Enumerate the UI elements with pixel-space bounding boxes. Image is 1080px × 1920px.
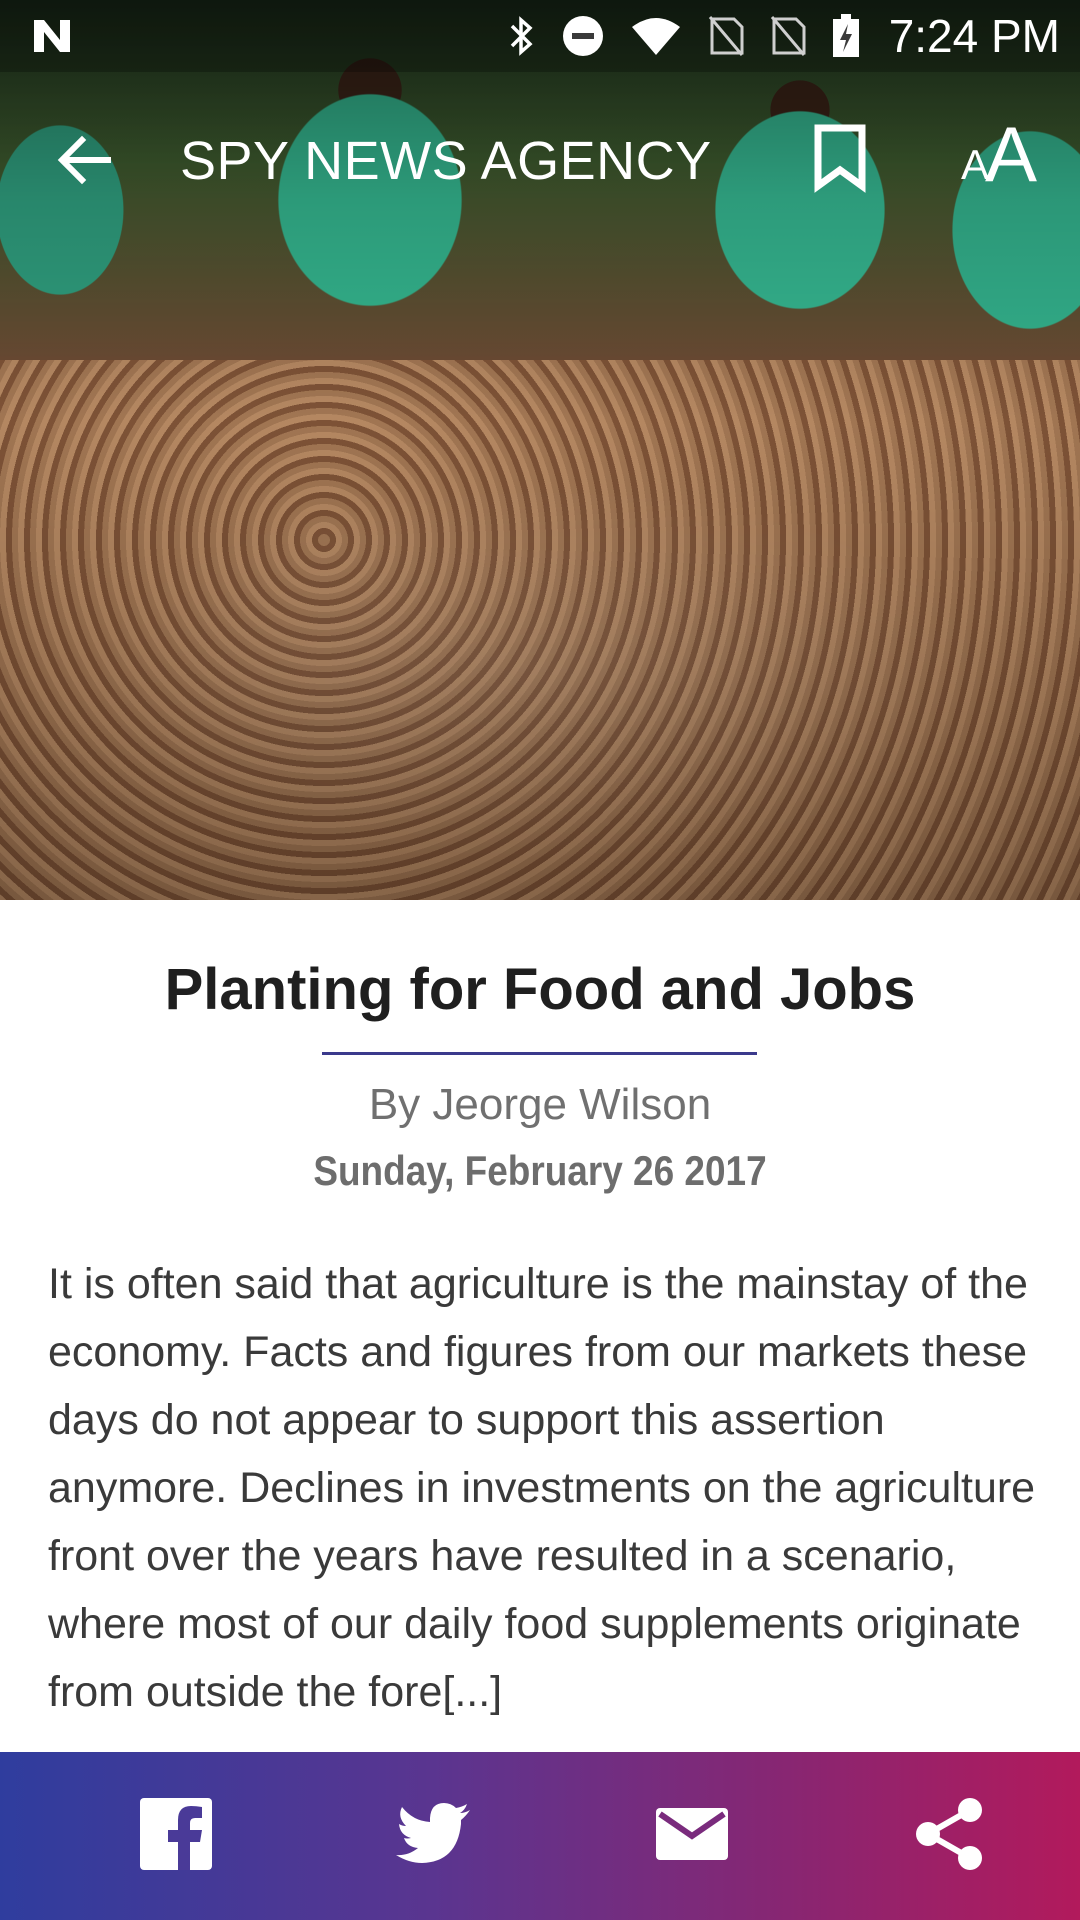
article-date: Sunday, February 26 2017	[313, 1147, 767, 1194]
battery-charging-icon	[833, 14, 859, 57]
share-icon[interactable]	[910, 1794, 990, 1874]
share-bar	[0, 1752, 1080, 1920]
no-sim-icon	[708, 16, 744, 56]
arrow-back-icon[interactable]	[48, 124, 120, 196]
bookmark-icon[interactable]	[810, 122, 870, 194]
app-title: SPY NEWS AGENCY	[180, 131, 712, 191]
article-byline: By Jeorge Wilson	[368, 1080, 712, 1129]
facebook-icon[interactable]	[136, 1794, 216, 1874]
do-not-disturb-icon	[563, 16, 603, 56]
status-bar: 7:24 PM	[0, 0, 1080, 72]
no-sim-icon	[770, 16, 806, 56]
article-headline: Planting for Food and Jobs	[164, 957, 916, 1022]
status-icons	[508, 14, 860, 58]
bluetooth-icon	[510, 16, 533, 56]
font-size-button[interactable]: A A	[955, 110, 1055, 198]
wifi-icon	[632, 18, 680, 55]
twitter-icon[interactable]	[394, 1794, 474, 1874]
font-size-large-label: A	[985, 110, 1038, 198]
article-body: It is often said that agriculture is the…	[48, 1260, 1036, 1716]
status-time: 7:24 PM	[888, 10, 1060, 62]
headline-divider	[322, 1052, 757, 1055]
app-bar: SPY NEWS AGENCY A A	[0, 72, 1080, 240]
notification-n-icon	[34, 20, 70, 52]
email-icon[interactable]	[652, 1794, 732, 1874]
